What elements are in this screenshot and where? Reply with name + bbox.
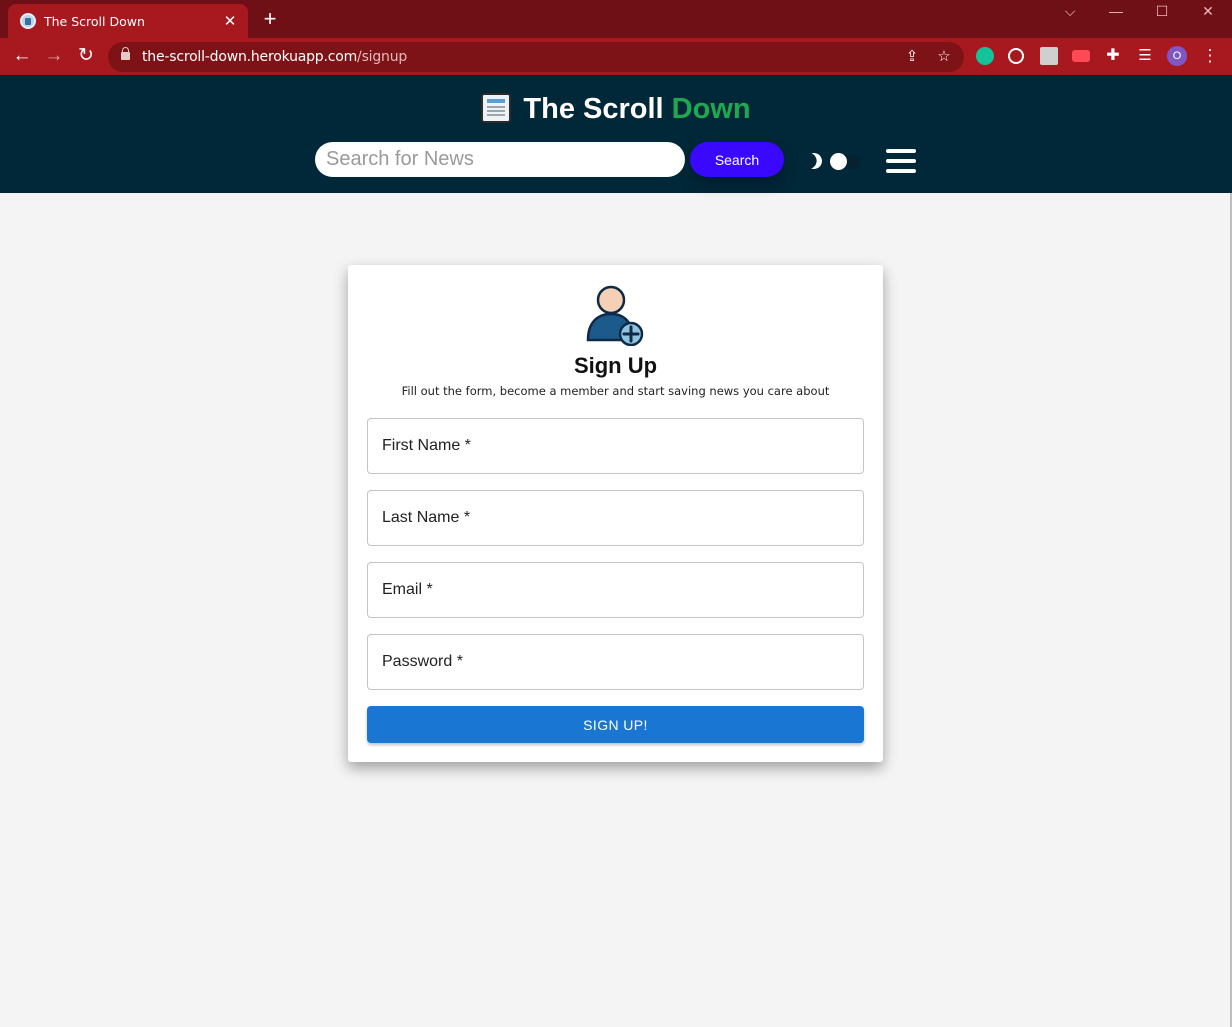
search-button[interactable]: Search bbox=[690, 142, 784, 177]
video-extension-icon[interactable] bbox=[1072, 50, 1090, 62]
tab-close-icon[interactable]: ✕ bbox=[222, 12, 238, 30]
hamburger-menu-icon[interactable] bbox=[886, 149, 916, 175]
extensions-puzzle-icon[interactable]: ✚ bbox=[1104, 47, 1122, 65]
maximize-icon[interactable]: ☐ bbox=[1139, 2, 1185, 22]
url-text: the-scroll-down.herokuapp.com/signup bbox=[142, 49, 408, 65]
add-user-icon bbox=[586, 285, 644, 346]
password-field[interactable]: Password * bbox=[367, 634, 864, 690]
tab-search-icon[interactable]: ⌵ bbox=[1047, 2, 1093, 22]
profile-avatar[interactable]: O bbox=[1167, 46, 1187, 66]
dark-mode-toggle[interactable] bbox=[828, 153, 860, 170]
moon-icon bbox=[804, 151, 825, 172]
share-icon[interactable]: ⇪ bbox=[903, 48, 921, 66]
site-header: The Scroll Down Search bbox=[0, 75, 1232, 193]
site-favicon-icon bbox=[20, 13, 36, 29]
signup-subtitle: Fill out the form, become a member and s… bbox=[401, 384, 830, 398]
browser-tab[interactable]: The Scroll Down ✕ bbox=[8, 4, 248, 38]
last-name-field[interactable]: Last Name * bbox=[367, 490, 864, 546]
back-icon[interactable]: ← bbox=[9, 44, 35, 70]
lock-icon bbox=[121, 47, 130, 60]
grammarly-extension-icon[interactable] bbox=[976, 47, 994, 65]
search-input[interactable] bbox=[315, 142, 685, 177]
signup-submit-button[interactable]: SIGN UP! bbox=[367, 706, 864, 743]
bookmark-star-icon[interactable]: ☆ bbox=[935, 48, 953, 66]
first-name-label: First Name * bbox=[382, 437, 471, 454]
password-label: Password * bbox=[382, 653, 463, 670]
reload-icon[interactable]: ↻ bbox=[73, 44, 99, 70]
newspaper-icon bbox=[481, 93, 512, 123]
extension-box-icon[interactable] bbox=[1040, 47, 1058, 65]
minimize-icon[interactable]: — bbox=[1093, 2, 1139, 22]
signup-card: Sign Up Fill out the form, become a memb… bbox=[348, 265, 883, 762]
window-close-icon[interactable]: ✕ bbox=[1185, 2, 1231, 22]
browser-toolbar: ← → ↻ the-scroll-down.herokuapp.com/sign… bbox=[0, 38, 1232, 75]
browser-tabstrip: The Scroll Down ✕ + ⌵ — ☐ ✕ bbox=[0, 0, 1232, 38]
media-playlist-icon[interactable]: ☰ bbox=[1136, 47, 1154, 65]
address-bar[interactable]: the-scroll-down.herokuapp.com/signup ⇪ ☆ bbox=[108, 42, 964, 72]
site-brand[interactable]: The Scroll Down bbox=[0, 93, 1232, 126]
bulb-extension-icon[interactable] bbox=[1008, 48, 1024, 64]
email-field[interactable]: Email * bbox=[367, 562, 864, 618]
new-tab-button[interactable]: + bbox=[258, 8, 282, 32]
forward-icon[interactable]: → bbox=[41, 44, 67, 70]
email-label: Email * bbox=[382, 581, 433, 598]
signup-title: Sign Up bbox=[573, 353, 658, 378]
tab-title: The Scroll Down bbox=[44, 13, 145, 29]
brand-second: Down bbox=[671, 93, 751, 125]
browser-menu-icon[interactable]: ⋮ bbox=[1201, 46, 1219, 68]
brand-first: The Scroll bbox=[523, 93, 664, 125]
last-name-label: Last Name * bbox=[382, 509, 471, 526]
toggle-knob bbox=[830, 153, 847, 170]
first-name-field[interactable]: First Name * bbox=[367, 418, 864, 474]
